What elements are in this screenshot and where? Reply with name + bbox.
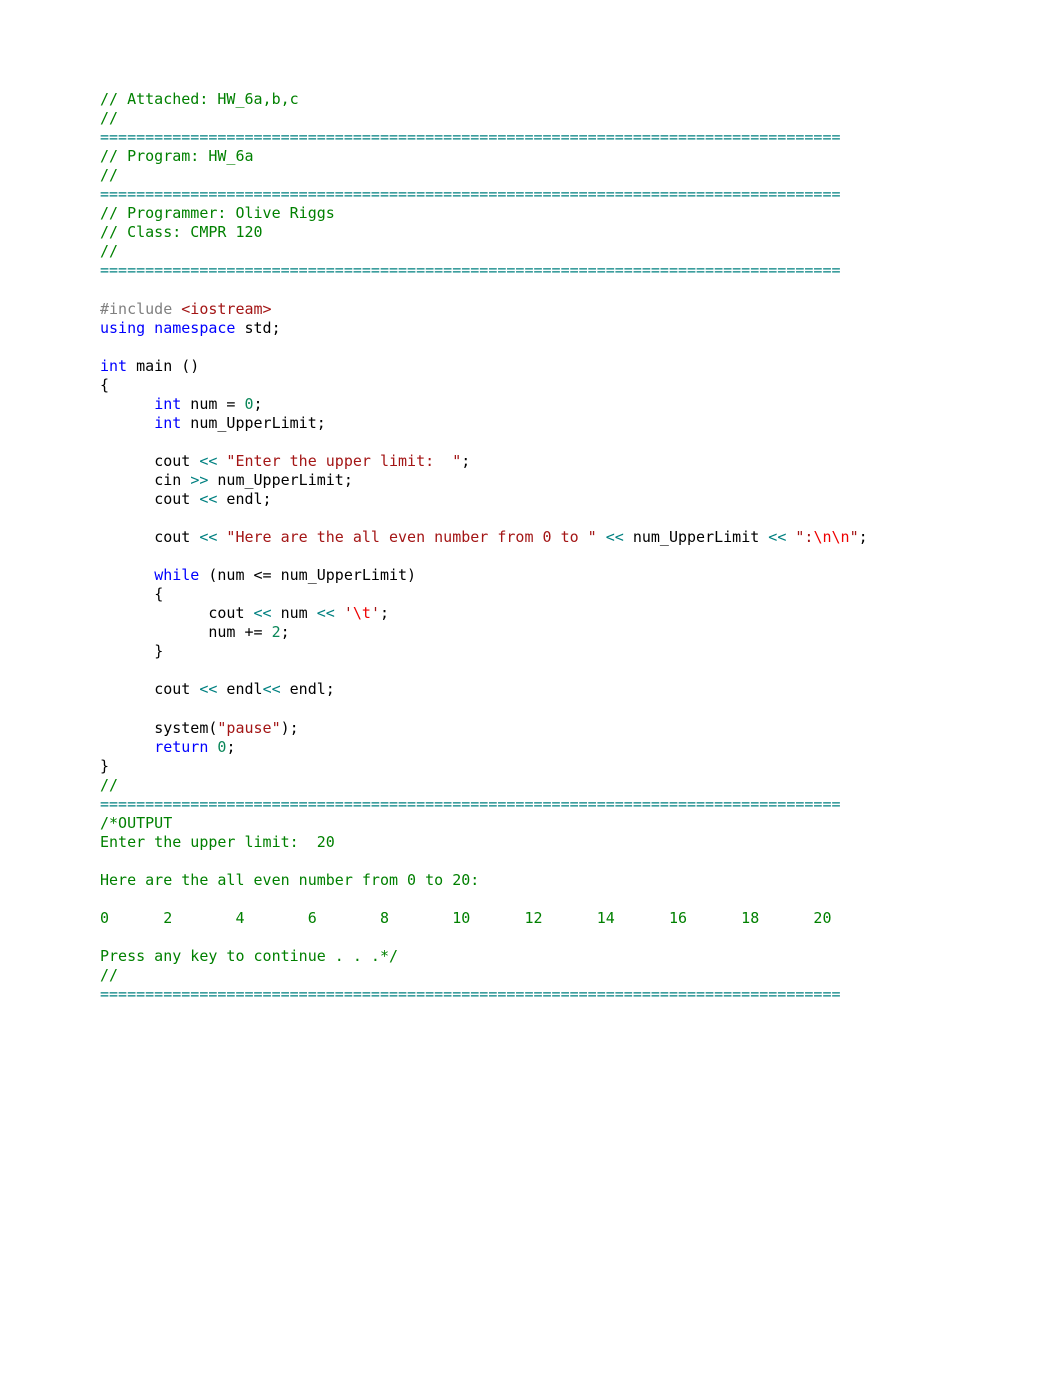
indent xyxy=(100,738,154,756)
type-int: int xyxy=(154,395,181,413)
comment-slash: // xyxy=(100,242,127,260)
kw-return: return xyxy=(154,738,208,756)
comment-slash: // xyxy=(100,166,127,184)
output-line: 0 2 4 6 8 10 12 14 16 18 20 xyxy=(100,909,832,927)
output-line: Enter the upper limit: 20 xyxy=(100,833,335,851)
indent xyxy=(100,623,208,641)
output-line: Press any key to continue . . .*/ xyxy=(100,947,398,965)
separator: ========================================… xyxy=(100,261,841,279)
op-lshift: << xyxy=(199,490,217,508)
semi: ; xyxy=(226,738,235,756)
indent xyxy=(100,395,154,413)
cout: cout xyxy=(154,490,199,508)
separator: ========================================… xyxy=(100,795,841,813)
comment-class: // Class: CMPR 120 xyxy=(100,223,263,241)
op-lshift: << xyxy=(199,528,217,546)
kw-namespace: namespace xyxy=(145,319,235,337)
semi: ; xyxy=(281,623,290,641)
separator: ========================================… xyxy=(100,185,841,203)
preproc-include: #include xyxy=(100,300,172,318)
cin-var: num_UpperLimit; xyxy=(208,471,353,489)
decl-num: num = xyxy=(181,395,244,413)
string-pause: "pause" xyxy=(217,719,280,737)
string-here: "Here are the all even number from 0 to … xyxy=(217,528,596,546)
escape-tab: \t xyxy=(353,604,371,622)
indent xyxy=(100,719,154,737)
op-lshift: << xyxy=(254,604,272,622)
cout: cout xyxy=(154,680,199,698)
decl-upper: num_UpperLimit; xyxy=(181,414,326,432)
comment-program: // Program: HW_6a xyxy=(100,147,254,165)
type-int: int xyxy=(100,357,127,375)
num-two: 2 xyxy=(272,623,281,641)
op-lshift: << xyxy=(317,604,335,622)
include-iostream: <iostream> xyxy=(172,300,271,318)
indent xyxy=(100,585,154,603)
kw-while: while xyxy=(154,566,199,584)
op-lshift: << xyxy=(199,452,217,470)
indent xyxy=(100,414,154,432)
escape-nn: \n\n xyxy=(813,528,849,546)
comment-slash: // xyxy=(100,109,127,127)
endl: endl xyxy=(217,680,262,698)
type-int: int xyxy=(154,414,181,432)
system-end: ); xyxy=(281,719,299,737)
indent xyxy=(100,566,154,584)
endl: endl; xyxy=(217,490,271,508)
system-call: system( xyxy=(154,719,217,737)
op-lshift: << xyxy=(606,528,624,546)
output-header: /*OUTPUT xyxy=(100,814,172,832)
num-pluseq: num += xyxy=(208,623,271,641)
comment-programmer: // Programmer: Olive Riggs xyxy=(100,204,335,222)
op-rshift: >> xyxy=(190,471,208,489)
cout: cout xyxy=(154,528,199,546)
cout: cout xyxy=(154,452,199,470)
fn-main: main () xyxy=(127,357,199,375)
semi: ; xyxy=(380,604,389,622)
comment-slash: // xyxy=(100,776,127,794)
lbrace: { xyxy=(100,376,109,394)
comment-attached: // Attached: HW_6a,b,c xyxy=(100,90,299,108)
comment-slash: // xyxy=(100,966,127,984)
string-colon-close: " xyxy=(850,528,859,546)
separator: ========================================… xyxy=(100,985,841,1003)
op-lshift: << xyxy=(263,680,281,698)
indent xyxy=(100,604,208,622)
num-zero: 0 xyxy=(245,395,254,413)
indent xyxy=(100,452,154,470)
var-num: num xyxy=(272,604,317,622)
indent xyxy=(100,528,154,546)
rbrace: } xyxy=(154,642,163,660)
kw-using: using xyxy=(100,319,145,337)
char-close: ' xyxy=(371,604,380,622)
indent xyxy=(100,680,154,698)
semi: ; xyxy=(272,319,281,337)
while-cond: (num <= num_UpperLimit) xyxy=(199,566,416,584)
var-upper: num_UpperLimit xyxy=(624,528,769,546)
op-lshift: << xyxy=(199,680,217,698)
code-block: // Attached: HW_6a,b,c // ==============… xyxy=(100,90,1062,1004)
num-zero: 0 xyxy=(208,738,226,756)
indent xyxy=(100,490,154,508)
lbrace: { xyxy=(154,585,163,603)
indent xyxy=(100,642,154,660)
cout: cout xyxy=(208,604,253,622)
rbrace: } xyxy=(100,757,109,775)
string-colon-open: ": xyxy=(786,528,813,546)
char-open: ' xyxy=(335,604,353,622)
semi: ; xyxy=(254,395,263,413)
std: std xyxy=(235,319,271,337)
semi: ; xyxy=(859,528,868,546)
separator: ========================================… xyxy=(100,128,841,146)
output-line: Here are the all even number from 0 to 2… xyxy=(100,871,479,889)
op-lshift: << xyxy=(768,528,786,546)
semi: ; xyxy=(461,452,470,470)
endl: endl; xyxy=(281,680,335,698)
indent xyxy=(100,471,154,489)
string-prompt: "Enter the upper limit: " xyxy=(217,452,461,470)
cin: cin xyxy=(154,471,190,489)
